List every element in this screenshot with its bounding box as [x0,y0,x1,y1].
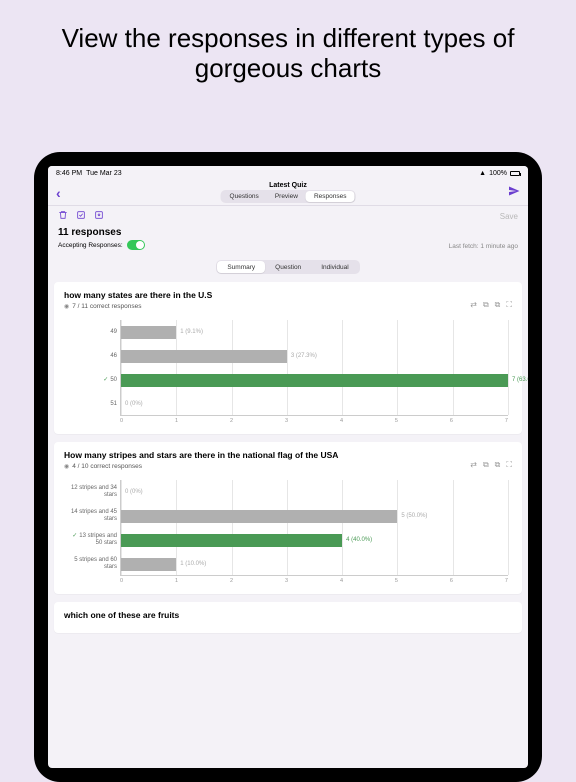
x-axis: 01234567 [120,578,508,584]
chart-icon[interactable]: ⧉ [483,460,489,470]
x-axis: 01234567 [120,418,508,424]
nav-bar: ‹ Latest Quiz Questions Preview Response… [48,180,528,206]
battery-icon [510,171,520,176]
bar-value: 5 (50.0%) [401,513,427,519]
bar-row: ✓13 stripes and 50 stars4 (40.0%) [121,528,508,552]
chart-icon[interactable]: ⧉ [483,300,489,310]
tab-preview[interactable]: Preview [267,191,306,202]
subtab-summary[interactable]: Summary [217,261,265,273]
bar-value: 3 (27.3%) [291,353,317,359]
bar: 5 (50.0%) [121,510,397,523]
bar-label: ✓50 [65,377,117,384]
bar-chart: 12 stripes and 34 stars0 (0%)14 stripes … [64,480,512,584]
bar-row: 510 (0%) [121,392,508,416]
bar: 1 (10.0%) [121,558,176,571]
status-bar: 8:46 PM Tue Mar 23 ▲ 100% [48,166,528,180]
tablet-frame: 8:46 PM Tue Mar 23 ▲ 100% ‹ Latest Quiz … [34,152,542,782]
top-segmented-tabs[interactable]: Questions Preview Responses [221,190,356,203]
bar: 4 (40.0%) [121,534,342,547]
status-time: 8:46 PM [56,170,82,177]
question-card: How many stripes and stars are there in … [54,442,522,594]
bar-value: 4 (40.0%) [346,537,372,543]
question-card: how many states are there in the U.S 7 / … [54,282,522,434]
bar-label: ✓13 stripes and 50 stars [65,533,117,546]
subtab-individual[interactable]: Individual [311,261,358,273]
bar-row: 14 stripes and 45 stars5 (50.0%) [121,504,508,528]
question-list: how many states are there in the U.S 7 / … [48,282,528,633]
bar-value: 0 (0%) [125,489,143,495]
expand-icon[interactable]: ⛶ [506,460,512,470]
bar-value: 0 (0%) [125,401,143,407]
bar-row: 463 (27.3%) [121,344,508,368]
accepting-toggle[interactable] [127,240,145,250]
bar-chart: 491 (9.1%)463 (27.3%)✓507 (63.6%)510 (0%… [64,320,512,424]
bar-label: 51 [65,401,117,408]
delete-icon[interactable] [58,210,68,223]
bar-label: 12 stripes and 34 stars [65,485,117,498]
wifi-icon: ▲ [479,170,486,177]
screen: 8:46 PM Tue Mar 23 ▲ 100% ‹ Latest Quiz … [48,166,528,768]
hero-caption: View the responses in different types of… [0,0,576,102]
bar-row: ✓507 (63.6%) [121,368,508,392]
shuffle-icon[interactable]: ⇄ [470,300,477,310]
response-count: 11 responses [58,227,145,238]
subtab-question[interactable]: Question [265,261,311,273]
export-icon[interactable] [76,210,86,223]
bar-label: 46 [65,353,117,360]
question-title: How many stripes and stars are there in … [64,450,512,460]
tab-responses[interactable]: Responses [306,191,355,202]
save-button[interactable]: Save [500,212,518,221]
page-title: Latest Quiz [269,182,307,189]
bar-row: 491 (9.1%) [121,320,508,344]
question-subtitle: 4 / 10 correct responses [64,463,512,470]
back-button[interactable]: ‹ [56,185,61,201]
responses-header: 11 responses Accepting Responses: Last f… [48,225,528,256]
copy-icon[interactable]: ⧉ [495,300,501,310]
question-card: which one of these are fruits [54,602,522,633]
bar-value: 1 (10.0%) [180,561,206,567]
question-title: which one of these are fruits [64,610,512,620]
bar: 7 (63.6%) [121,374,508,387]
view-segmented-tabs[interactable]: Summary Question Individual [216,260,359,274]
download-icon[interactable] [94,210,104,223]
battery-text: 100% [489,170,507,177]
bar: 3 (27.3%) [121,350,287,363]
accepting-label: Accepting Responses: [58,242,123,249]
question-subtitle: 7 / 11 correct responses [64,303,512,310]
bar-label: 49 [65,329,117,336]
status-date: Tue Mar 23 [86,170,122,177]
bar-value: 1 (9.1%) [180,329,203,335]
question-title: how many states are there in the U.S [64,290,512,300]
share-button[interactable] [508,185,520,200]
tab-questions[interactable]: Questions [222,191,267,202]
expand-icon[interactable]: ⛶ [506,300,512,310]
bar-value: 7 (63.6%) [512,377,528,383]
bar-label: 5 stripes and 60 stars [65,557,117,570]
shuffle-icon[interactable]: ⇄ [470,460,477,470]
bar-row: 12 stripes and 34 stars0 (0%) [121,480,508,504]
bar-label: 14 stripes and 45 stars [65,509,117,522]
bar: 1 (9.1%) [121,326,176,339]
last-fetch-label: Last fetch: 1 minute ago [449,243,518,250]
copy-icon[interactable]: ⧉ [495,460,501,470]
toolbar: Save [48,206,528,225]
bar-row: 5 stripes and 60 stars1 (10.0%) [121,552,508,576]
